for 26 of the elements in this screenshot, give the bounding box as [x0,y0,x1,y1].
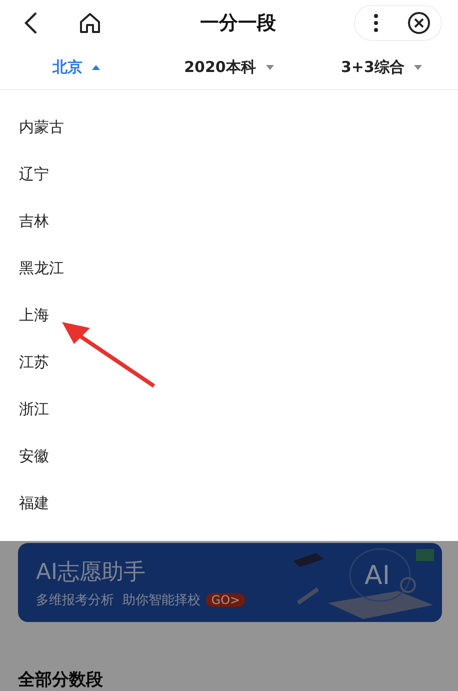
ai-assistant-banner[interactable]: AI志愿助手 多维报考分析 助你智能择校 GO> AI [18,543,442,622]
go-badge: GO> [206,592,246,606]
province-option[interactable]: 安徽 [0,433,458,480]
banner-subtitle: 多维报考分析 助你智能择校 [36,592,200,608]
province-option[interactable]: 福建 [0,480,458,527]
ai-logo: AI [364,561,390,591]
caret-down-icon [414,64,422,70]
back-icon[interactable] [24,10,38,35]
province-option[interactable]: 江苏 [0,339,458,386]
caret-down-icon [266,64,274,70]
province-option[interactable]: 内蒙古 [0,104,458,151]
home-icon[interactable] [78,10,102,35]
page-title: 一分一段 [199,10,277,36]
province-option[interactable]: 浙江 [0,386,458,433]
banner-title: AI志愿助手 [36,558,147,586]
province-option[interactable]: 辽宁 [0,151,458,198]
province-option[interactable]: 黑龙江 [0,245,458,292]
province-option[interactable]: 吉林 [0,198,458,245]
filter-tab[interactable]: 北京 [0,46,153,89]
close-icon[interactable] [407,10,431,35]
more-icon[interactable] [373,12,379,33]
filter-tab[interactable]: 2020本科 [152,46,306,89]
section-title: 全部分数段 [18,669,104,691]
caret-up-icon [92,64,100,70]
filter-tab[interactable]: 3+3综合 [305,46,458,89]
province-option[interactable]: 上海 [0,292,458,339]
